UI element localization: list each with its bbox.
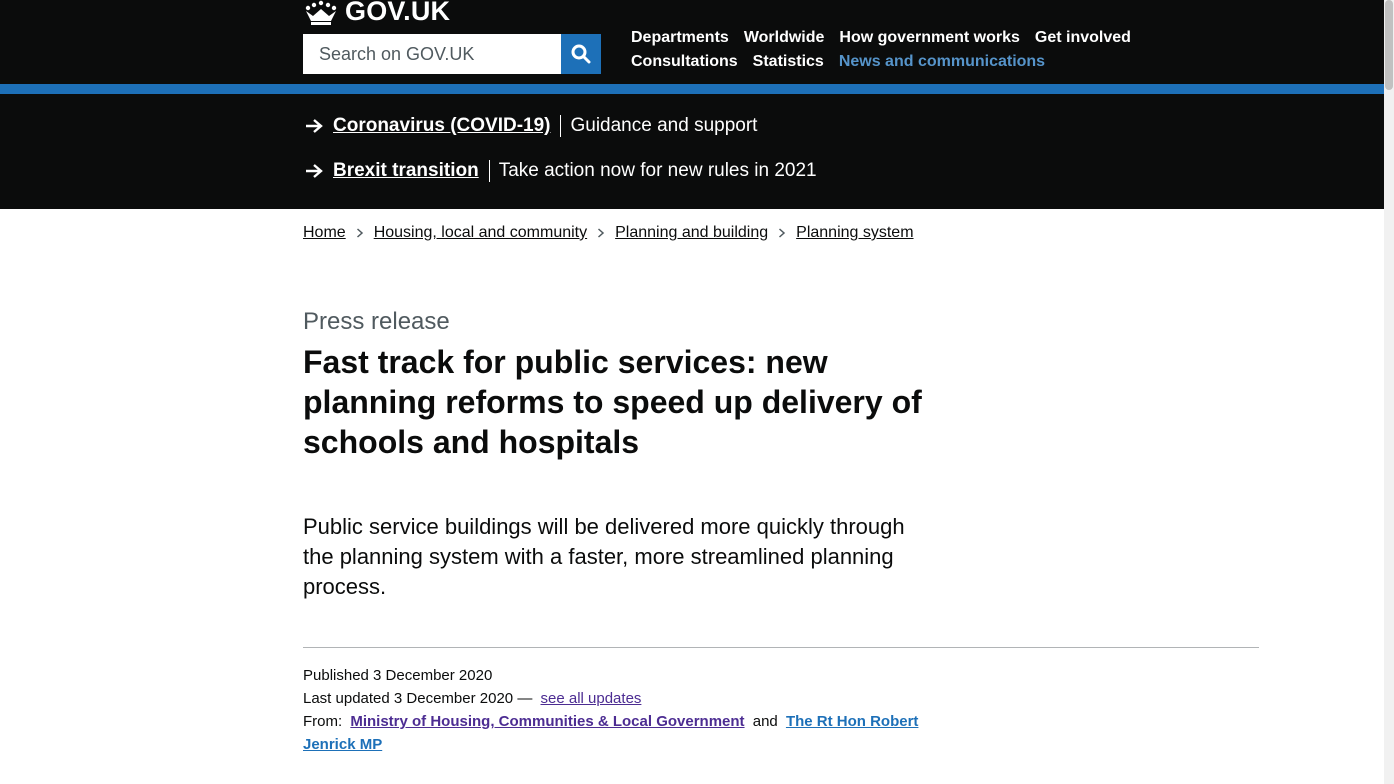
search-form [303, 34, 601, 74]
page-title: Fast track for public services: new plan… [303, 344, 922, 460]
from-label: From: [303, 713, 343, 730]
notice-banner: Coronavirus (COVID-19) Guidance and supp… [0, 94, 1394, 209]
banner-separator [560, 115, 562, 137]
covid-description: Guidance and support [570, 115, 758, 136]
metadata: Published 3 December 2020 Last updated 3… [303, 664, 923, 756]
breadcrumb-home[interactable]: Home [303, 224, 346, 242]
nav-how-government-works[interactable]: How government works [839, 29, 1019, 47]
published-date: Published 3 December 2020 [303, 667, 493, 684]
top-navigation: Departments Worldwide How government wor… [631, 29, 1151, 77]
chevron-right-icon [598, 228, 605, 238]
govuk-logo-link[interactable]: GOV.UK [303, 0, 450, 27]
last-updated-date: Last updated 3 December 2020 — [303, 690, 533, 707]
nav-worldwide[interactable]: Worldwide [744, 29, 825, 47]
breadcrumb-planning-system[interactable]: Planning system [796, 224, 913, 242]
metadata-divider [303, 647, 1259, 648]
organisation-link[interactable]: Ministry of Housing, Communities & Local… [350, 713, 744, 730]
chevron-right-icon [779, 228, 786, 238]
brexit-description: Take action now for new rules in 2021 [498, 160, 817, 181]
scrollbar-thumb[interactable] [1385, 0, 1393, 90]
topnav-row-1: Departments Worldwide How government wor… [631, 29, 1151, 47]
header-blue-bar [0, 84, 1394, 94]
site-header: GOV.UK Departments Worldwide How governm… [0, 0, 1394, 84]
last-updated-line: Last updated 3 December 2020 — see all u… [303, 687, 923, 710]
scrollbar-track[interactable] [1384, 0, 1394, 784]
see-all-updates-link[interactable]: see all updates [541, 690, 642, 707]
breadcrumb-planning-building[interactable]: Planning and building [615, 224, 768, 242]
arrow-right-icon [306, 164, 323, 178]
search-button[interactable] [561, 34, 601, 74]
banner-item-covid: Coronavirus (COVID-19) Guidance and supp… [305, 115, 757, 137]
page-lede: Public service buildings will be deliver… [303, 514, 905, 599]
chevron-right-icon [356, 228, 363, 238]
and-text: and [752, 713, 778, 730]
banner-item-brexit: Brexit transition Take action now for ne… [305, 160, 817, 182]
breadcrumb-housing[interactable]: Housing, local and community [374, 224, 587, 242]
topnav-row-2: Consultations Statistics News and commun… [631, 53, 1151, 71]
nav-consultations[interactable]: Consultations [631, 53, 738, 71]
nav-departments[interactable]: Departments [631, 29, 729, 47]
nav-get-involved[interactable]: Get involved [1035, 29, 1131, 47]
arrow-right-icon [306, 119, 323, 133]
crown-icon [305, 0, 337, 25]
search-input[interactable] [303, 34, 561, 74]
breadcrumb: Home Housing, local and community Planni… [303, 224, 914, 242]
nav-news-and-communications[interactable]: News and communications [839, 53, 1045, 71]
search-icon [571, 44, 591, 64]
document-type: Press release [303, 308, 450, 335]
covid-link[interactable]: Coronavirus (COVID-19) [333, 115, 550, 137]
nav-statistics[interactable]: Statistics [753, 53, 824, 71]
from-line: From: Ministry of Housing, Communities &… [303, 710, 923, 756]
banner-separator [488, 160, 490, 182]
brexit-link[interactable]: Brexit transition [333, 160, 479, 182]
logo-text: GOV.UK [345, 0, 451, 26]
